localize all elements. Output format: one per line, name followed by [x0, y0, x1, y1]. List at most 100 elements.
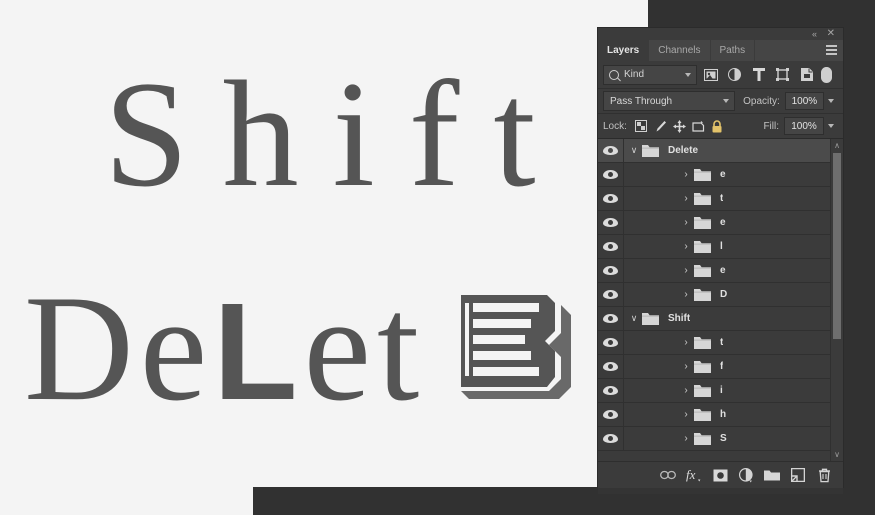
eye-icon — [603, 266, 618, 275]
layer-visibility-toggle[interactable] — [598, 307, 624, 330]
layer-row[interactable]: › t — [598, 187, 843, 211]
chevron-down-icon — [685, 72, 691, 77]
layer-row[interactable]: ∨ Shift — [598, 307, 843, 331]
lock-image-pixels-icon[interactable] — [651, 117, 670, 135]
artwork-word-delete: DeLet — [24, 272, 425, 424]
layer-row[interactable]: › e — [598, 163, 843, 187]
layer-list-scrollbar[interactable]: ∧ ∨ — [830, 139, 843, 461]
layer-name: i — [720, 385, 723, 396]
eye-icon — [603, 194, 618, 203]
layer-visibility-toggle[interactable] — [598, 283, 624, 306]
lock-position-icon[interactable] — [670, 117, 689, 135]
close-panel-icon[interactable]: ✕ — [827, 28, 835, 40]
lock-all-icon[interactable] — [708, 117, 727, 135]
eye-icon — [603, 146, 618, 155]
folder-icon — [694, 360, 711, 373]
layer-visibility-toggle[interactable] — [598, 163, 624, 186]
chevron-down-icon[interactable]: ∨ — [628, 307, 640, 330]
panel-titlebar: « ✕ — [598, 28, 843, 40]
chevron-right-icon[interactable]: › — [680, 403, 692, 426]
layer-list[interactable]: ∨ Delete › e › t › e › l › e › D ∨ Shift › t › f › i › h › S ∧ ∨ — [598, 139, 843, 461]
panel-menu-icon[interactable] — [826, 45, 837, 55]
tab-channels[interactable]: Channels — [649, 40, 711, 61]
layer-name: D — [720, 289, 728, 300]
image-filter-icon[interactable] — [700, 65, 721, 85]
search-icon — [609, 69, 619, 80]
chevron-right-icon[interactable]: › — [680, 235, 692, 258]
layer-row[interactable]: › f — [598, 355, 843, 379]
adjustment-filter-icon[interactable] — [724, 65, 745, 85]
folder-icon — [694, 168, 711, 181]
chevron-right-icon[interactable]: › — [680, 427, 692, 450]
folder-icon — [694, 288, 711, 301]
chevron-right-icon[interactable]: › — [680, 355, 692, 378]
layer-row[interactable]: › D — [598, 283, 843, 307]
opacity-stepper-chevron-down-icon[interactable] — [824, 92, 838, 110]
layer-row[interactable]: › l — [598, 235, 843, 259]
scrollbar-thumb[interactable] — [833, 153, 841, 339]
fill-stepper-chevron-down-icon[interactable] — [824, 117, 838, 135]
layer-row[interactable]: › S — [598, 427, 843, 451]
filter-toggle-switch[interactable] — [821, 66, 832, 83]
folder-icon — [694, 408, 711, 421]
fill-input[interactable]: 100% — [784, 117, 824, 135]
chevron-right-icon[interactable]: › — [680, 163, 692, 186]
tab-layers[interactable]: Layers — [598, 40, 650, 61]
layer-visibility-toggle[interactable] — [598, 355, 624, 378]
link-layers-icon[interactable] — [655, 464, 681, 486]
layer-row[interactable]: › e — [598, 259, 843, 283]
chevron-right-icon[interactable]: › — [680, 187, 692, 210]
layer-visibility-toggle[interactable] — [598, 211, 624, 234]
layer-name: l — [720, 241, 723, 252]
lock-transparent-pixels-icon[interactable] — [632, 117, 651, 135]
layer-visibility-toggle[interactable] — [598, 259, 624, 282]
chevron-right-icon[interactable]: › — [680, 331, 692, 354]
layer-row[interactable]: › h — [598, 403, 843, 427]
folder-icon — [642, 312, 659, 325]
layer-visibility-toggle[interactable] — [598, 331, 624, 354]
opacity-input[interactable]: 100% — [784, 92, 824, 110]
filter-kind-select[interactable]: Kind — [603, 64, 697, 85]
layer-row[interactable]: ∨ Delete — [598, 139, 843, 163]
chevron-down-icon — [723, 99, 730, 103]
blend-mode-select[interactable]: Pass Through — [603, 91, 736, 111]
layer-visibility-toggle[interactable] — [598, 139, 624, 162]
layer-name: e — [720, 169, 726, 180]
layer-row[interactable]: › i — [598, 379, 843, 403]
new-adjustment-layer-icon[interactable] — [733, 464, 759, 486]
folder-icon — [694, 192, 711, 205]
layer-visibility-toggle[interactable] — [598, 235, 624, 258]
opacity-label: Opacity: — [743, 95, 780, 107]
add-layer-mask-icon[interactable] — [707, 464, 733, 486]
layer-visibility-toggle[interactable] — [598, 427, 624, 450]
delete-layer-icon[interactable] — [811, 464, 837, 486]
eye-icon — [603, 386, 618, 395]
tab-paths[interactable]: Paths — [710, 40, 756, 61]
lock-artboard-nesting-icon[interactable] — [689, 117, 708, 135]
folder-icon — [694, 216, 711, 229]
chevron-right-icon[interactable]: › — [680, 283, 692, 306]
layer-visibility-toggle[interactable] — [598, 403, 624, 426]
layer-visibility-toggle[interactable] — [598, 187, 624, 210]
scroll-up-icon[interactable]: ∧ — [831, 139, 843, 152]
smart-object-filter-icon[interactable] — [796, 65, 817, 85]
layer-row[interactable]: › t — [598, 331, 843, 355]
shape-filter-icon[interactable] — [772, 65, 793, 85]
collapse-panel-icon[interactable]: « — [812, 28, 817, 40]
layers-panel: « ✕ Layers Channels Paths Kind Pass Thro… — [598, 28, 843, 494]
panel-footer-strip — [598, 488, 843, 494]
chevron-right-icon[interactable]: › — [680, 211, 692, 234]
chevron-right-icon[interactable]: › — [680, 259, 692, 282]
chevron-right-icon[interactable]: › — [680, 379, 692, 402]
layer-styles-fx-icon[interactable]: fx — [681, 464, 707, 486]
new-layer-icon[interactable] — [785, 464, 811, 486]
folder-icon — [694, 336, 711, 349]
layer-row[interactable]: › e — [598, 211, 843, 235]
scroll-down-icon[interactable]: ∨ — [831, 448, 843, 461]
new-group-icon[interactable] — [759, 464, 785, 486]
lock-label: Lock: — [603, 120, 627, 132]
folder-icon — [694, 264, 711, 277]
type-filter-icon[interactable] — [748, 65, 769, 85]
layer-visibility-toggle[interactable] — [598, 379, 624, 402]
chevron-down-icon[interactable]: ∨ — [628, 139, 640, 162]
